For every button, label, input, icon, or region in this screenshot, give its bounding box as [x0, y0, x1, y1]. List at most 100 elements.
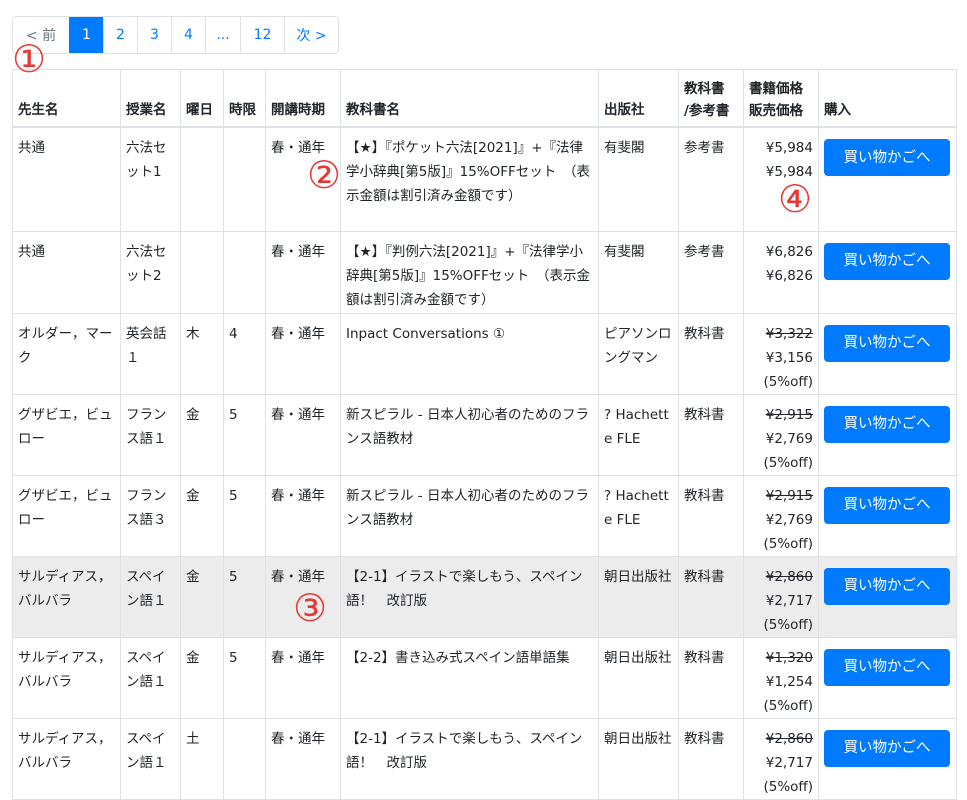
cell-textbook: 新スピラル - 日本人初心者のためのフランス語教材 [340, 474, 599, 557]
header-type: 教科書 /参考書 [678, 69, 744, 128]
sale-price: ¥2,717 [765, 754, 813, 771]
pagination-page-1[interactable]: 1 [69, 17, 103, 53]
pagination-page-3[interactable]: 3 [137, 17, 171, 53]
cell-type: 参考書 [678, 126, 744, 232]
table-row: グザビエ，ビュロー フランス語１ 金 5 春・通年 新スピラル - 日本人初心者のためのフ… [12, 393, 957, 476]
cell-publisher: 朝日出版社 [598, 636, 679, 719]
table-row: サルディアス，バルバラ スペイン語１ 金 5 春・通年 【2-2】書き込み式スペイン語単語… [12, 636, 957, 719]
discount-label: (5%off) [763, 697, 813, 714]
cell-course: フランス語３ [120, 474, 181, 557]
cell-day [180, 126, 224, 232]
cell-textbook: 新スピラル - 日本人初心者のためのフランス語教材 [340, 393, 599, 476]
add-to-cart-button[interactable]: 買い物かごへ [824, 405, 950, 443]
cell-term: 春・通年 [265, 636, 341, 719]
cell-course: 英会話１ [120, 312, 181, 395]
list-price: ¥6,826 [765, 243, 813, 260]
cell-price: ¥2,860 ¥2,717 (5%off) [743, 717, 819, 800]
add-to-cart-button[interactable]: 買い物かごへ [824, 242, 950, 280]
cell-buy: 買い物かごへ [818, 312, 957, 395]
cell-price: ¥6,826 ¥6,826 [743, 230, 819, 314]
annotation-marker-4: ④ [778, 177, 813, 221]
cell-textbook: 【★】『ポケット六法[2021]』+『法律学小辞典[第5版]』15%OFFセット… [340, 126, 599, 232]
cell-buy: 買い物かごへ [818, 126, 957, 232]
cell-textbook: 【2-1】イラストで楽しもう、スペイン語！ 改訂版 [340, 717, 599, 800]
list-price: ¥2,860 [765, 568, 813, 585]
cell-term: 春・通年 [265, 312, 341, 395]
table-row: 共通 六法セット2 春・通年 【★】『判例六法[2021]』+『法律学小辞典[第5版]… [12, 230, 957, 314]
annotation-marker-2: ② [307, 153, 342, 197]
table-row: 共通 六法セット1 春・通年 【★】『ポケット六法[2021]』+『法律学小辞典[第5… [12, 126, 957, 232]
header-textbook: 教科書名 [340, 69, 599, 128]
cell-period [223, 126, 266, 232]
pagination-page-4[interactable]: 4 [171, 17, 205, 53]
cell-textbook: 【★】『判例六法[2021]』+『法律学小辞典[第5版]』15%OFFセット （… [340, 230, 599, 314]
sale-price: ¥2,717 [765, 592, 813, 609]
list-price: ¥2,915 [765, 406, 813, 423]
list-price: ¥2,860 [765, 730, 813, 747]
pagination-ellipsis: ... [205, 17, 240, 53]
discount-label: (5%off) [763, 373, 813, 390]
cell-textbook: 【2-2】書き込み式スペイン語単語集 [340, 636, 599, 719]
sale-price: ¥2,769 [765, 430, 813, 447]
cell-price: ¥3,322 ¥3,156 (5%off) [743, 312, 819, 395]
discount-label: (5%off) [763, 616, 813, 633]
sale-price: ¥3,156 [765, 349, 813, 366]
header-price: 書籍価格 販売価格 [743, 69, 819, 128]
cell-buy: 買い物かごへ [818, 393, 957, 476]
pagination-next[interactable]: 次 > [284, 17, 338, 53]
cell-teacher: グザビエ，ビュロー [12, 474, 121, 557]
add-to-cart-button[interactable]: 買い物かごへ [824, 486, 950, 524]
cell-teacher: サルディアス，バルバラ [12, 717, 121, 800]
cell-day: 金 [180, 636, 224, 719]
cell-period: 5 [223, 474, 266, 557]
cell-type: 教科書 [678, 555, 744, 638]
cell-day: 土 [180, 717, 224, 800]
add-to-cart-button[interactable]: 買い物かごへ [824, 729, 950, 767]
cell-period: 5 [223, 636, 266, 719]
cell-type: 教科書 [678, 474, 744, 557]
table-row: サルディアス，バルバラ スペイン語１ 土春・通年 【2-1】イラストで楽しもう、スペイ… [12, 717, 957, 800]
cell-price: ¥2,860 ¥2,717 (5%off) [743, 555, 819, 638]
cell-price: ¥2,915 ¥2,769 (5%off) [743, 474, 819, 557]
cell-publisher: 有斐閣 [598, 126, 679, 232]
table-row: サルディアス，バルバラ スペイン語１ 金 5 春・通年 【2-1】イラストで楽しもう、スペ… [12, 555, 957, 638]
sale-price: ¥1,254 [765, 673, 813, 690]
cell-price: ¥1,320 ¥1,254 (5%off) [743, 636, 819, 719]
pagination-page-12[interactable]: 12 [240, 17, 284, 53]
list-price: ¥2,915 [765, 487, 813, 504]
cell-buy: 買い物かごへ [818, 717, 957, 800]
cell-course: 六法セット1 [120, 126, 181, 232]
cell-day: 金 [180, 555, 224, 638]
add-to-cart-button[interactable]: 買い物かごへ [824, 324, 950, 362]
table-row: グザビエ，ビュロー フランス語３ 金 5 春・通年 新スピラル - 日本人初心者のためのフ… [12, 474, 957, 557]
cell-publisher: 有斐閣 [598, 230, 679, 314]
add-to-cart-button[interactable]: 買い物かごへ [824, 139, 950, 176]
cell-type: 教科書 [678, 312, 744, 395]
cell-day [180, 230, 224, 314]
sale-price: ¥2,769 [765, 511, 813, 528]
cell-teacher: サルディアス，バルバラ [12, 555, 121, 638]
cell-price: ¥2,915 ¥2,769 (5%off) [743, 393, 819, 476]
cell-period [223, 717, 266, 800]
cell-term: 春・通年 [265, 393, 341, 476]
cell-period: 4 [223, 312, 266, 395]
add-to-cart-button[interactable]: 買い物かごへ [824, 648, 950, 686]
pagination-page-2[interactable]: 2 [103, 17, 137, 53]
header-day: 曜日 [180, 69, 224, 128]
header-buy: 購入 [818, 69, 957, 128]
cell-teacher: オルダー，マーク [12, 312, 121, 395]
list-price: ¥1,320 [765, 649, 813, 666]
discount-label: (5%off) [763, 454, 813, 471]
textbook-table: 先生名 授業名 曜日 時限 開講時期 教科書名 出版社 教科書 /参考書 書籍価… [12, 69, 957, 800]
cell-publisher: 朝日出版社 [598, 555, 679, 638]
cell-type: 教科書 [678, 717, 744, 800]
cell-period [223, 230, 266, 314]
cell-period: 5 [223, 555, 266, 638]
header-publisher: 出版社 [598, 69, 679, 128]
discount-label: (5%off) [763, 535, 813, 552]
cell-course: スペイン語１ [120, 636, 181, 719]
cell-day: 金 [180, 393, 224, 476]
add-to-cart-button[interactable]: 買い物かごへ [824, 567, 950, 605]
table-row: オルダー，マーク 英会話１ 木 4 春・通年 Inpact Conversations ①… [12, 312, 957, 395]
cell-period: 5 [223, 393, 266, 476]
